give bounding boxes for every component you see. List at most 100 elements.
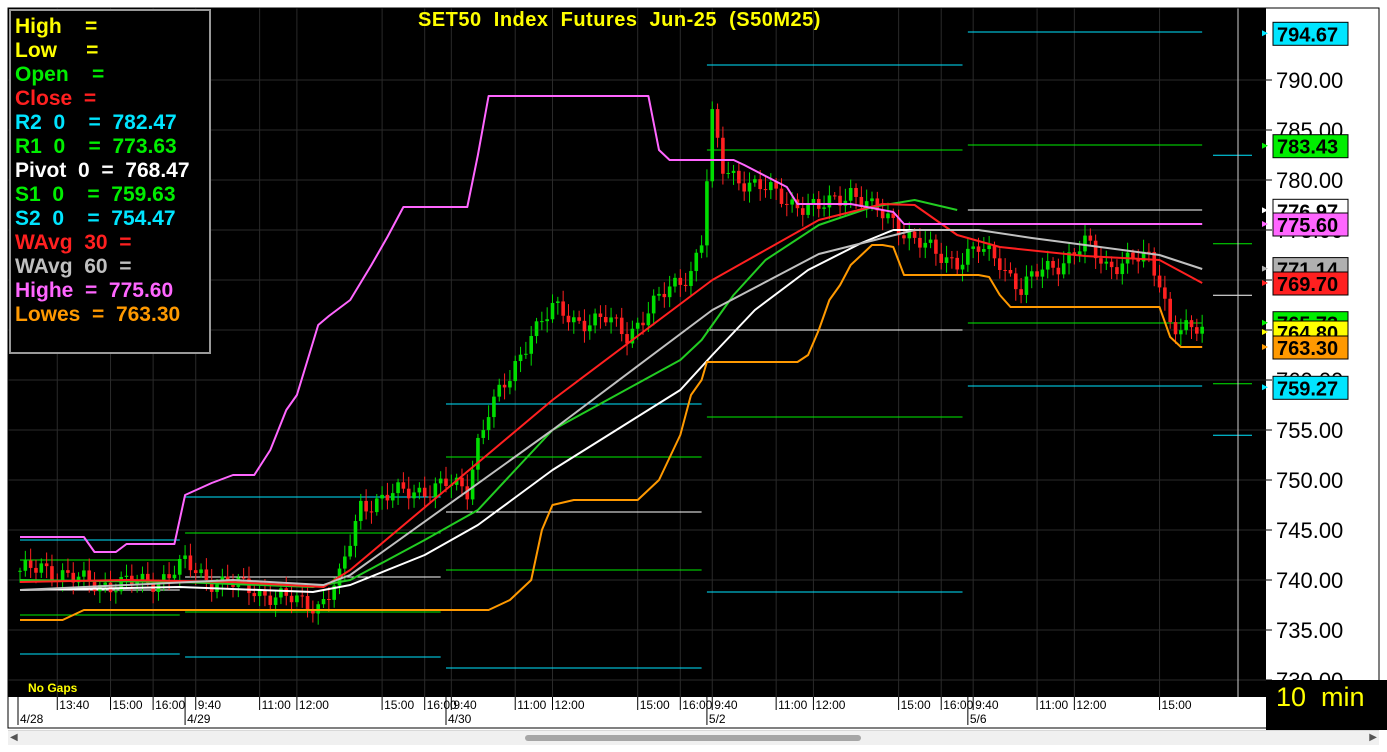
- candle-body[interactable]: [822, 207, 826, 209]
- candle-body[interactable]: [1179, 330, 1183, 335]
- scroll-left-arrow-icon[interactable]: ◀: [10, 732, 18, 743]
- candle-body[interactable]: [396, 482, 400, 494]
- candle-body[interactable]: [1029, 271, 1034, 277]
- candle-body[interactable]: [880, 210, 885, 219]
- candle-body[interactable]: [1024, 276, 1029, 295]
- candle-body[interactable]: [886, 213, 890, 219]
- candle-body[interactable]: [619, 317, 624, 335]
- candle-body[interactable]: [428, 496, 432, 498]
- candle-body[interactable]: [50, 566, 54, 580]
- horizontal-scrollbar[interactable]: ◀ ▶: [8, 730, 1379, 745]
- candle-body[interactable]: [1173, 322, 1178, 335]
- candle-body[interactable]: [556, 301, 560, 303]
- candle-body[interactable]: [960, 264, 965, 270]
- candle-body[interactable]: [460, 477, 464, 487]
- candle-body[interactable]: [550, 302, 555, 320]
- candle-body[interactable]: [726, 172, 731, 174]
- candle-body[interactable]: [1163, 287, 1167, 299]
- candle-body[interactable]: [800, 208, 805, 215]
- scroll-right-arrow-icon[interactable]: ▶: [1369, 732, 1377, 743]
- candle-body[interactable]: [444, 478, 448, 487]
- candle-body[interactable]: [1104, 261, 1109, 264]
- candle-body[interactable]: [321, 599, 326, 605]
- candle-body[interactable]: [406, 488, 411, 499]
- candle-body[interactable]: [1008, 269, 1013, 274]
- candle-body[interactable]: [939, 253, 944, 263]
- candle-body[interactable]: [662, 293, 667, 298]
- candle-body[interactable]: [545, 319, 549, 322]
- candle-body[interactable]: [1061, 263, 1066, 275]
- candle-body[interactable]: [1120, 263, 1125, 275]
- candle-body[interactable]: [417, 487, 422, 493]
- candle-body[interactable]: [992, 245, 997, 259]
- candle-body[interactable]: [1056, 267, 1061, 275]
- candle-body[interactable]: [28, 560, 33, 568]
- candle-body[interactable]: [114, 591, 118, 593]
- candle-body[interactable]: [758, 179, 762, 190]
- candle-body[interactable]: [183, 555, 187, 559]
- candle-body[interactable]: [172, 574, 177, 579]
- candle-body[interactable]: [390, 493, 395, 501]
- candle-body[interactable]: [1189, 320, 1194, 328]
- candle-body[interactable]: [832, 195, 837, 197]
- candle-body[interactable]: [241, 577, 246, 579]
- candle-body[interactable]: [1035, 271, 1039, 277]
- candle-body[interactable]: [987, 245, 991, 250]
- candle-body[interactable]: [422, 487, 427, 497]
- candle-body[interactable]: [492, 396, 496, 418]
- candle-body[interactable]: [199, 569, 203, 574]
- candle-body[interactable]: [694, 252, 699, 272]
- candle-body[interactable]: [747, 182, 752, 192]
- candle-body[interactable]: [1088, 235, 1093, 241]
- candle-body[interactable]: [699, 245, 704, 253]
- candle-body[interactable]: [566, 315, 571, 323]
- candle-body[interactable]: [593, 313, 597, 326]
- candle-body[interactable]: [508, 381, 512, 388]
- candle-body[interactable]: [928, 239, 933, 243]
- candle-body[interactable]: [103, 582, 107, 585]
- candle-body[interactable]: [779, 188, 784, 204]
- candle-body[interactable]: [689, 271, 693, 287]
- candle-body[interactable]: [1109, 261, 1114, 268]
- candle-body[interactable]: [710, 109, 715, 182]
- candle-body[interactable]: [614, 317, 619, 319]
- candle-body[interactable]: [1083, 235, 1087, 252]
- candle-body[interactable]: [327, 599, 331, 601]
- candle-body[interactable]: [673, 277, 677, 287]
- candle-body[interactable]: [966, 248, 970, 265]
- candle-body[interactable]: [790, 199, 794, 205]
- candle-body[interactable]: [289, 595, 294, 603]
- candle-body[interactable]: [433, 483, 438, 498]
- candle-body[interactable]: [769, 182, 773, 191]
- candle-body[interactable]: [609, 317, 613, 323]
- candle-body[interactable]: [273, 597, 278, 605]
- candle-body[interactable]: [902, 235, 906, 239]
- candle-body[interactable]: [577, 317, 581, 321]
- candle-body[interactable]: [572, 317, 576, 323]
- candle-body[interactable]: [737, 170, 741, 184]
- candle-body[interactable]: [374, 498, 379, 513]
- candle-body[interactable]: [982, 249, 986, 252]
- candle-body[interactable]: [401, 482, 406, 489]
- candle-body[interactable]: [34, 567, 38, 573]
- candle-body[interactable]: [1013, 273, 1018, 290]
- candle-body[interactable]: [353, 521, 358, 546]
- candle-body[interactable]: [385, 494, 390, 501]
- candle-body[interactable]: [912, 231, 917, 238]
- candle-body[interactable]: [369, 511, 374, 513]
- candle-body[interactable]: [806, 204, 810, 215]
- candle-body[interactable]: [561, 301, 565, 316]
- candle-body[interactable]: [742, 183, 746, 192]
- candle-body[interactable]: [657, 293, 661, 296]
- candle-body[interactable]: [1168, 298, 1172, 323]
- candle-body[interactable]: [497, 384, 502, 397]
- candle-body[interactable]: [438, 478, 443, 484]
- candle-body[interactable]: [934, 239, 938, 254]
- candle-body[interactable]: [486, 417, 491, 431]
- candle-body[interactable]: [82, 570, 86, 577]
- candle-body[interactable]: [167, 574, 171, 579]
- candle-body[interactable]: [848, 187, 853, 201]
- candle-body[interactable]: [1152, 252, 1157, 276]
- candle-body[interactable]: [412, 492, 416, 499]
- candle-body[interactable]: [18, 570, 22, 572]
